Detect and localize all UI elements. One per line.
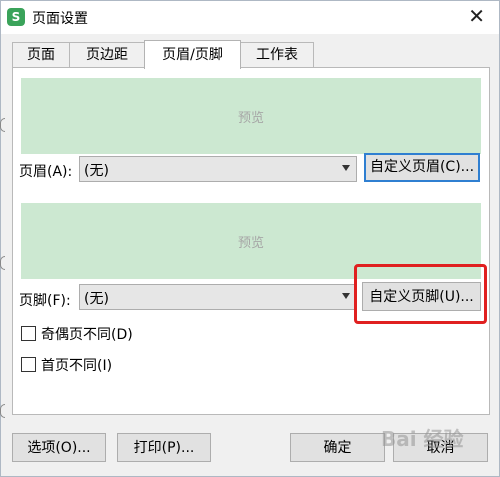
first-page-checkbox[interactable] [21,357,36,372]
header-preview: 预览 [21,78,481,154]
footer-select-value: (无) [84,291,109,307]
footer-preview-label: 预览 [237,235,264,251]
app-logo-icon: S [7,8,25,26]
header-preview-label: 预览 [237,110,264,126]
footer-field-label: 页脚(F): [19,293,71,309]
footer-select[interactable]: (无) [79,284,357,310]
dialog-title: 页面设置 [32,11,88,27]
page-setup-dialog: S 页面设置 ✕ 页面 页边距 页眉/页脚 工作表 预览 页眉(A): (无) … [0,0,500,477]
ok-button[interactable]: 确定 [290,433,385,462]
close-icon[interactable]: ✕ [468,4,485,28]
watermark: Bai 经验 [381,427,464,451]
tab-margins[interactable]: 页边距 [69,42,145,68]
chevron-down-icon[interactable] [342,293,350,299]
highlight-frame [354,264,487,324]
title-bar[interactable]: S 页面设置 ✕ [1,1,499,34]
print-button[interactable]: 打印(P)... [117,433,211,462]
options-button[interactable]: 选项(O)... [12,433,106,462]
header-select-value: (无) [84,163,109,179]
odd-even-label[interactable]: 奇偶页不同(D) [41,324,133,344]
tab-sheet[interactable]: 工作表 [240,42,314,68]
header-field-label: 页眉(A): [19,164,73,180]
chevron-down-icon[interactable] [342,165,350,171]
odd-even-checkbox[interactable] [21,326,36,341]
header-select[interactable]: (无) [79,156,357,182]
tab-page[interactable]: 页面 [12,42,70,68]
background-edge [0,256,5,270]
tab-header-footer[interactable]: 页眉/页脚 [144,40,241,69]
custom-header-button[interactable]: 自定义页眉(C)... [364,153,480,182]
background-edge [0,118,5,132]
first-page-label[interactable]: 首页不同(I) [41,355,112,375]
background-edge [0,404,5,418]
header-footer-panel: 预览 页眉(A): (无) 自定义页眉(C)... 预览 页脚(F): (无) … [12,67,490,415]
